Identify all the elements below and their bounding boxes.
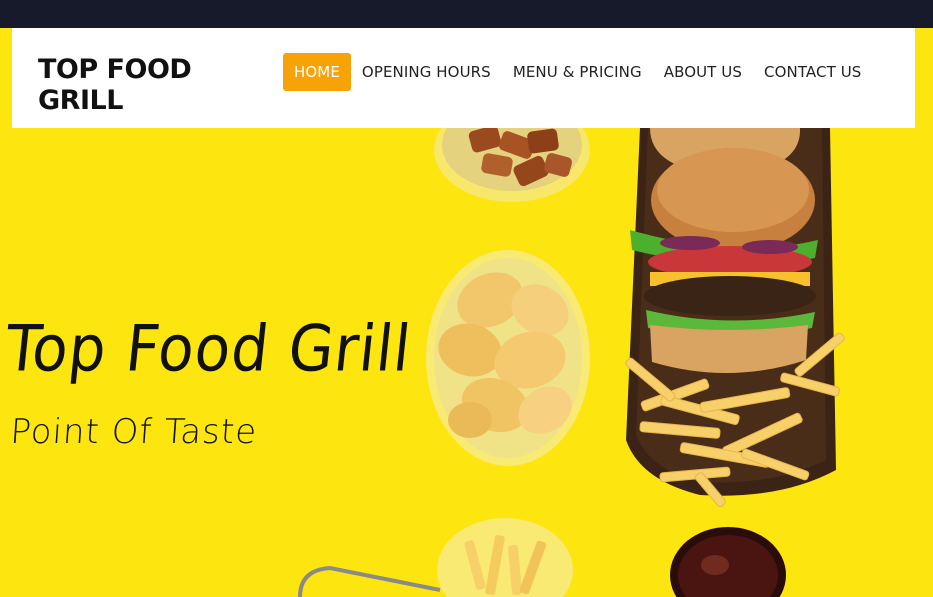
brand-name-line1: TOP FOOD bbox=[38, 54, 192, 85]
burger-tray-icon bbox=[625, 128, 845, 508]
main-nav: HOME OPENING HOURS MENU & PRICING ABOUT … bbox=[283, 53, 872, 91]
nav-opening-hours[interactable]: OPENING HOURS bbox=[351, 53, 502, 91]
site-logo[interactable]: TOP FOOD GRILL bbox=[38, 54, 238, 116]
fries-cup-icon bbox=[437, 518, 573, 597]
hero-title: Top Food Grill bbox=[2, 311, 415, 386]
nav-about-us[interactable]: ABOUT US bbox=[653, 53, 753, 91]
nav-contact-us[interactable]: CONTACT US bbox=[753, 53, 872, 91]
fry-basket-icon bbox=[298, 565, 441, 597]
nav-menu-pricing[interactable]: MENU & PRICING bbox=[502, 53, 653, 91]
hero-subtitle: Point Of Taste bbox=[9, 412, 259, 452]
brand-name-line2: GRILL bbox=[38, 85, 123, 116]
soda-cup-icon bbox=[670, 527, 786, 597]
nav-home[interactable]: HOME bbox=[283, 53, 351, 91]
chips-bowl-icon bbox=[426, 250, 590, 466]
site-header: TOP FOOD GRILL HOME OPENING HOURS MENU &… bbox=[12, 28, 915, 128]
